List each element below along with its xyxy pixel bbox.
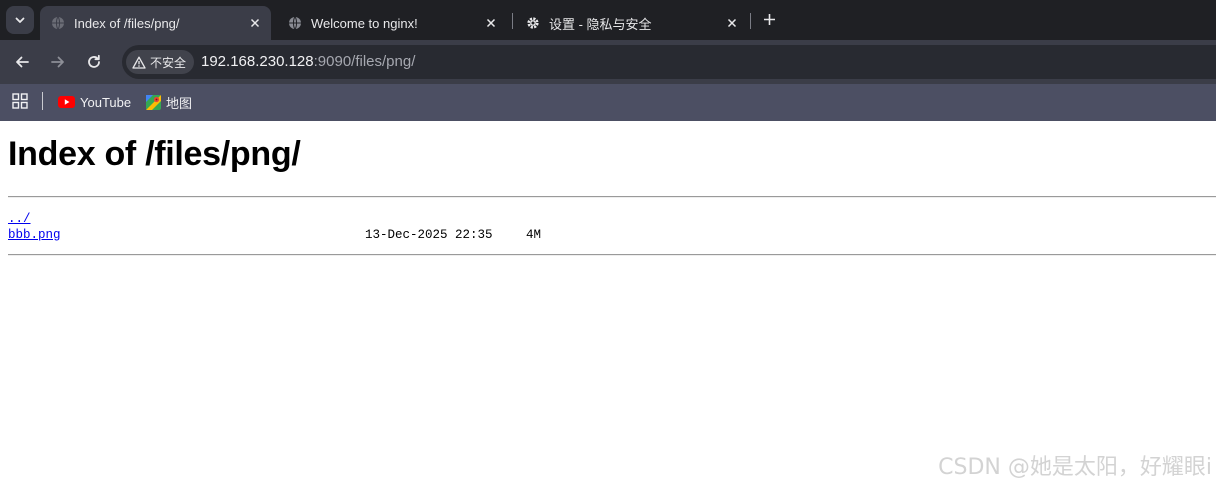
tab-separator (750, 13, 751, 29)
file-link[interactable]: bbb.png (8, 228, 61, 242)
watermark: CSDN @她是太阳，好耀眼i (938, 455, 1212, 480)
tab-settings-privacy[interactable]: 设置 - 隐私与安全 (515, 6, 748, 40)
divider (8, 196, 1216, 198)
page-content: Index of /files/png/ ../ bbb.png 13-Dec-… (0, 121, 1216, 484)
tab-search-button[interactable] (6, 6, 34, 34)
close-icon (250, 18, 260, 28)
tab-index-of-files-png[interactable]: Index of /files/png/ (40, 6, 271, 40)
tab-strip: Index of /files/png/ Welcome to nginx! 设… (0, 0, 1216, 40)
bookmark-label: YouTube (80, 94, 132, 110)
divider (8, 254, 1216, 256)
forward-button[interactable] (46, 50, 70, 74)
close-tab-button[interactable] (481, 13, 501, 33)
tab-title: 设置 - 隐私与安全 (549, 16, 652, 32)
file-size: 4M (526, 228, 542, 242)
apps-grid-icon[interactable] (12, 93, 28, 109)
url-text: 192.168.230.128:9090/files/png/ (201, 45, 415, 79)
file-date: 13-Dec-2025 22:35 (365, 228, 493, 242)
security-indicator[interactable]: 不安全 (126, 50, 195, 74)
file-listing: ../ bbb.png 13-Dec-2025 22:35 4M (8, 211, 541, 243)
bookmark-maps[interactable]: 地图 (146, 91, 192, 113)
page-title: Index of /files/png/ (8, 135, 301, 173)
back-button[interactable] (10, 50, 34, 74)
address-bar[interactable]: 不安全 192.168.230.128:9090/files/png/ (122, 45, 1216, 79)
url-host: 192.168.230.128 (201, 53, 314, 70)
browser-chrome: Index of /files/png/ Welcome to nginx! 设… (0, 0, 1216, 121)
bookmarks-bar: YouTube 地图 (0, 84, 1216, 121)
globe-icon (50, 15, 66, 31)
navigation-toolbar: 不安全 192.168.230.128:9090/files/png/ (0, 40, 1216, 84)
reload-button[interactable] (82, 50, 106, 74)
bookmarks-separator (42, 92, 43, 110)
reload-icon (88, 54, 100, 68)
bookmark-youtube[interactable]: YouTube (58, 91, 131, 113)
tab-title: Welcome to nginx! (311, 15, 418, 31)
url-path: :9090/files/png/ (313, 53, 416, 70)
close-tab-button[interactable] (245, 13, 265, 33)
youtube-icon (58, 96, 75, 108)
close-icon (727, 18, 737, 28)
list-item: ../ (8, 211, 61, 227)
list-item: bbb.png 13-Dec-2025 22:35 4M (8, 227, 541, 243)
chevron-down-icon (15, 17, 25, 23)
arrow-right-icon (51, 56, 64, 68)
arrow-left-icon (16, 56, 29, 68)
plus-icon (763, 13, 775, 25)
tab-title: Index of /files/png/ (74, 15, 180, 31)
close-icon (486, 18, 496, 28)
bookmark-label: 地图 (166, 95, 193, 111)
tab-separator (512, 13, 513, 29)
new-tab-button[interactable] (758, 8, 780, 30)
close-tab-button[interactable] (722, 13, 742, 33)
gear-icon (525, 15, 541, 31)
security-label: 不安全 (150, 55, 187, 70)
warning-icon (132, 56, 146, 69)
globe-icon (287, 15, 303, 31)
tab-welcome-to-nginx[interactable]: Welcome to nginx! (277, 6, 507, 40)
parent-directory-link[interactable]: ../ (8, 212, 31, 226)
maps-icon (146, 94, 161, 110)
